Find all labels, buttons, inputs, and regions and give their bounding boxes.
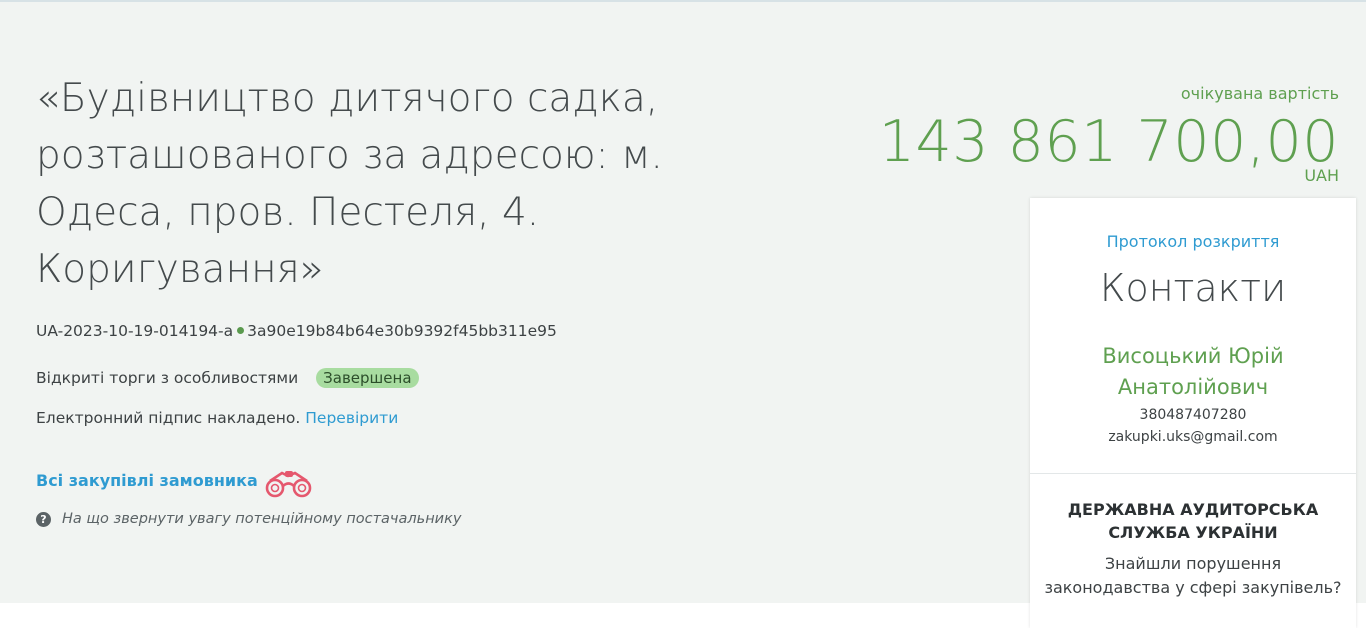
contact-email: zakupki.uks@gmail.com: [1108, 429, 1278, 445]
contact-name: Висоцький Юрій Анатолійович: [1102, 344, 1284, 399]
contact-phone: 380487407280: [1139, 407, 1247, 423]
separator-dot: [237, 327, 245, 334]
all-purchases-link[interactable]: Всі закупівлі замовника: [36, 471, 258, 490]
procedure-row: Відкриті торги з особливостями Завершена: [36, 368, 419, 388]
tender-identifiers: UA-2023-10-19-014194-a 3a90e19b84b64e30b9…: [36, 322, 557, 340]
verify-signature-link[interactable]: Перевірити: [305, 409, 398, 427]
signature-text: Електронний підпис накладено.: [36, 409, 301, 427]
sidebar-card: Протокол розкриття Контакти Висоцький Юр…: [1030, 198, 1356, 628]
tender-hash: 3a90e19b84b64e30b9392f45bb311e95: [247, 322, 557, 340]
expected-value-currency: UAH: [1304, 166, 1339, 185]
supplier-hint[interactable]: ? На що звернути увагу потенційному пост…: [36, 511, 461, 527]
tender-title: «Будівництво дитячого садка, розташовано…: [36, 76, 663, 292]
contacts-heading: Контакти: [1099, 266, 1287, 310]
tender-id: UA-2023-10-19-014194-a: [36, 322, 234, 340]
supplier-hint-text: На що звернути увагу потенційному постач…: [62, 511, 462, 527]
card-divider: [1030, 473, 1356, 474]
audit-service-question: Знайшли порушення законодавства у сфері …: [1044, 554, 1342, 597]
status-badge: Завершена: [316, 368, 419, 388]
expected-value-amount: 143 861 700,00: [878, 109, 1339, 175]
procedure-type: Відкриті торги з особливостями: [36, 369, 299, 387]
signature-row: Електронний підпис накладено. Перевірити: [36, 409, 398, 427]
question-circle-icon: ?: [36, 511, 51, 527]
binoculars-icon[interactable]: [262, 468, 316, 498]
expected-value-label: очікувана вартість: [1180, 84, 1339, 103]
audit-service-title: ДЕРЖАВНА АУДИТОРСЬКА СЛУЖБА УКРАЇНИ: [1067, 500, 1319, 542]
opening-protocol-link[interactable]: Протокол розкриття: [1030, 232, 1356, 251]
